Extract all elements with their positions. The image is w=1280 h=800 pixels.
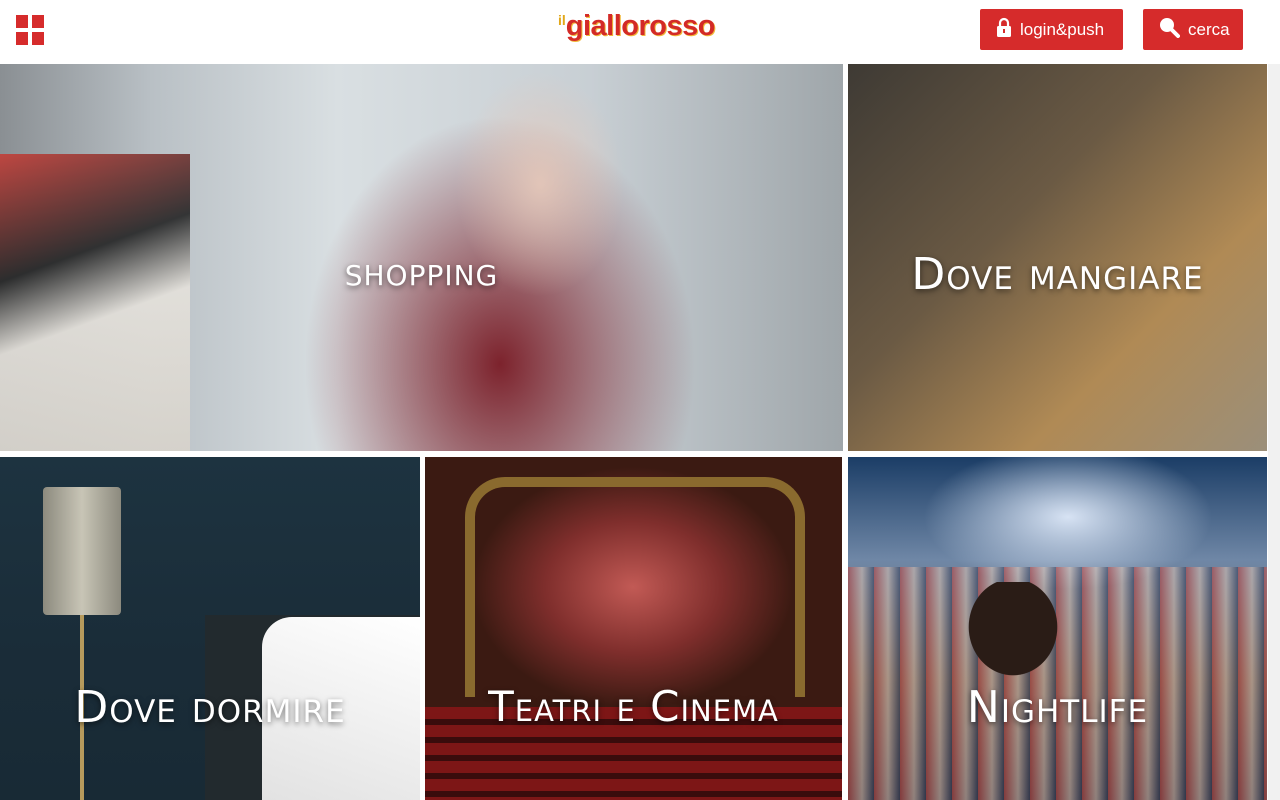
search-label: cerca bbox=[1188, 19, 1230, 39]
tile-label-dove-mangiare: Dove mangiare bbox=[911, 249, 1204, 300]
tile-dove-dormire[interactable]: Dove dormire bbox=[0, 457, 420, 800]
login-push-button[interactable]: login&push bbox=[980, 9, 1123, 50]
stage-frame bbox=[465, 477, 805, 697]
shopping-image bbox=[0, 154, 190, 451]
logo-text: giallorosso bbox=[565, 10, 716, 42]
tile-label-teatri-cinema: Teatri e Cinema bbox=[488, 682, 779, 731]
tile-dove-mangiare[interactable]: Dove mangiare bbox=[848, 64, 1267, 451]
lock-icon bbox=[996, 17, 1012, 42]
tile-label-dove-dormire: Dove dormire bbox=[74, 682, 346, 733]
tile-label-shopping: shopping bbox=[344, 249, 499, 295]
tile-label-nightlife: Nightlife bbox=[966, 682, 1149, 733]
logo-prefix: il bbox=[558, 12, 566, 28]
grid-menu-icon[interactable] bbox=[16, 15, 44, 45]
login-push-label: login&push bbox=[1020, 19, 1105, 39]
tile-nightlife[interactable]: Nightlife bbox=[848, 457, 1267, 800]
site-logo[interactable]: ilgiallorosso bbox=[558, 10, 715, 50]
search-button[interactable]: cerca bbox=[1143, 9, 1243, 50]
tile-teatri-cinema[interactable]: Teatri e Cinema bbox=[425, 457, 842, 800]
lamp-image bbox=[43, 487, 121, 615]
top-header: ilgiallorosso login&push cerca bbox=[0, 0, 1280, 64]
page-scrollbar[interactable] bbox=[1268, 64, 1280, 800]
search-icon bbox=[1158, 16, 1180, 43]
tile-shopping[interactable]: shopping bbox=[0, 64, 843, 451]
